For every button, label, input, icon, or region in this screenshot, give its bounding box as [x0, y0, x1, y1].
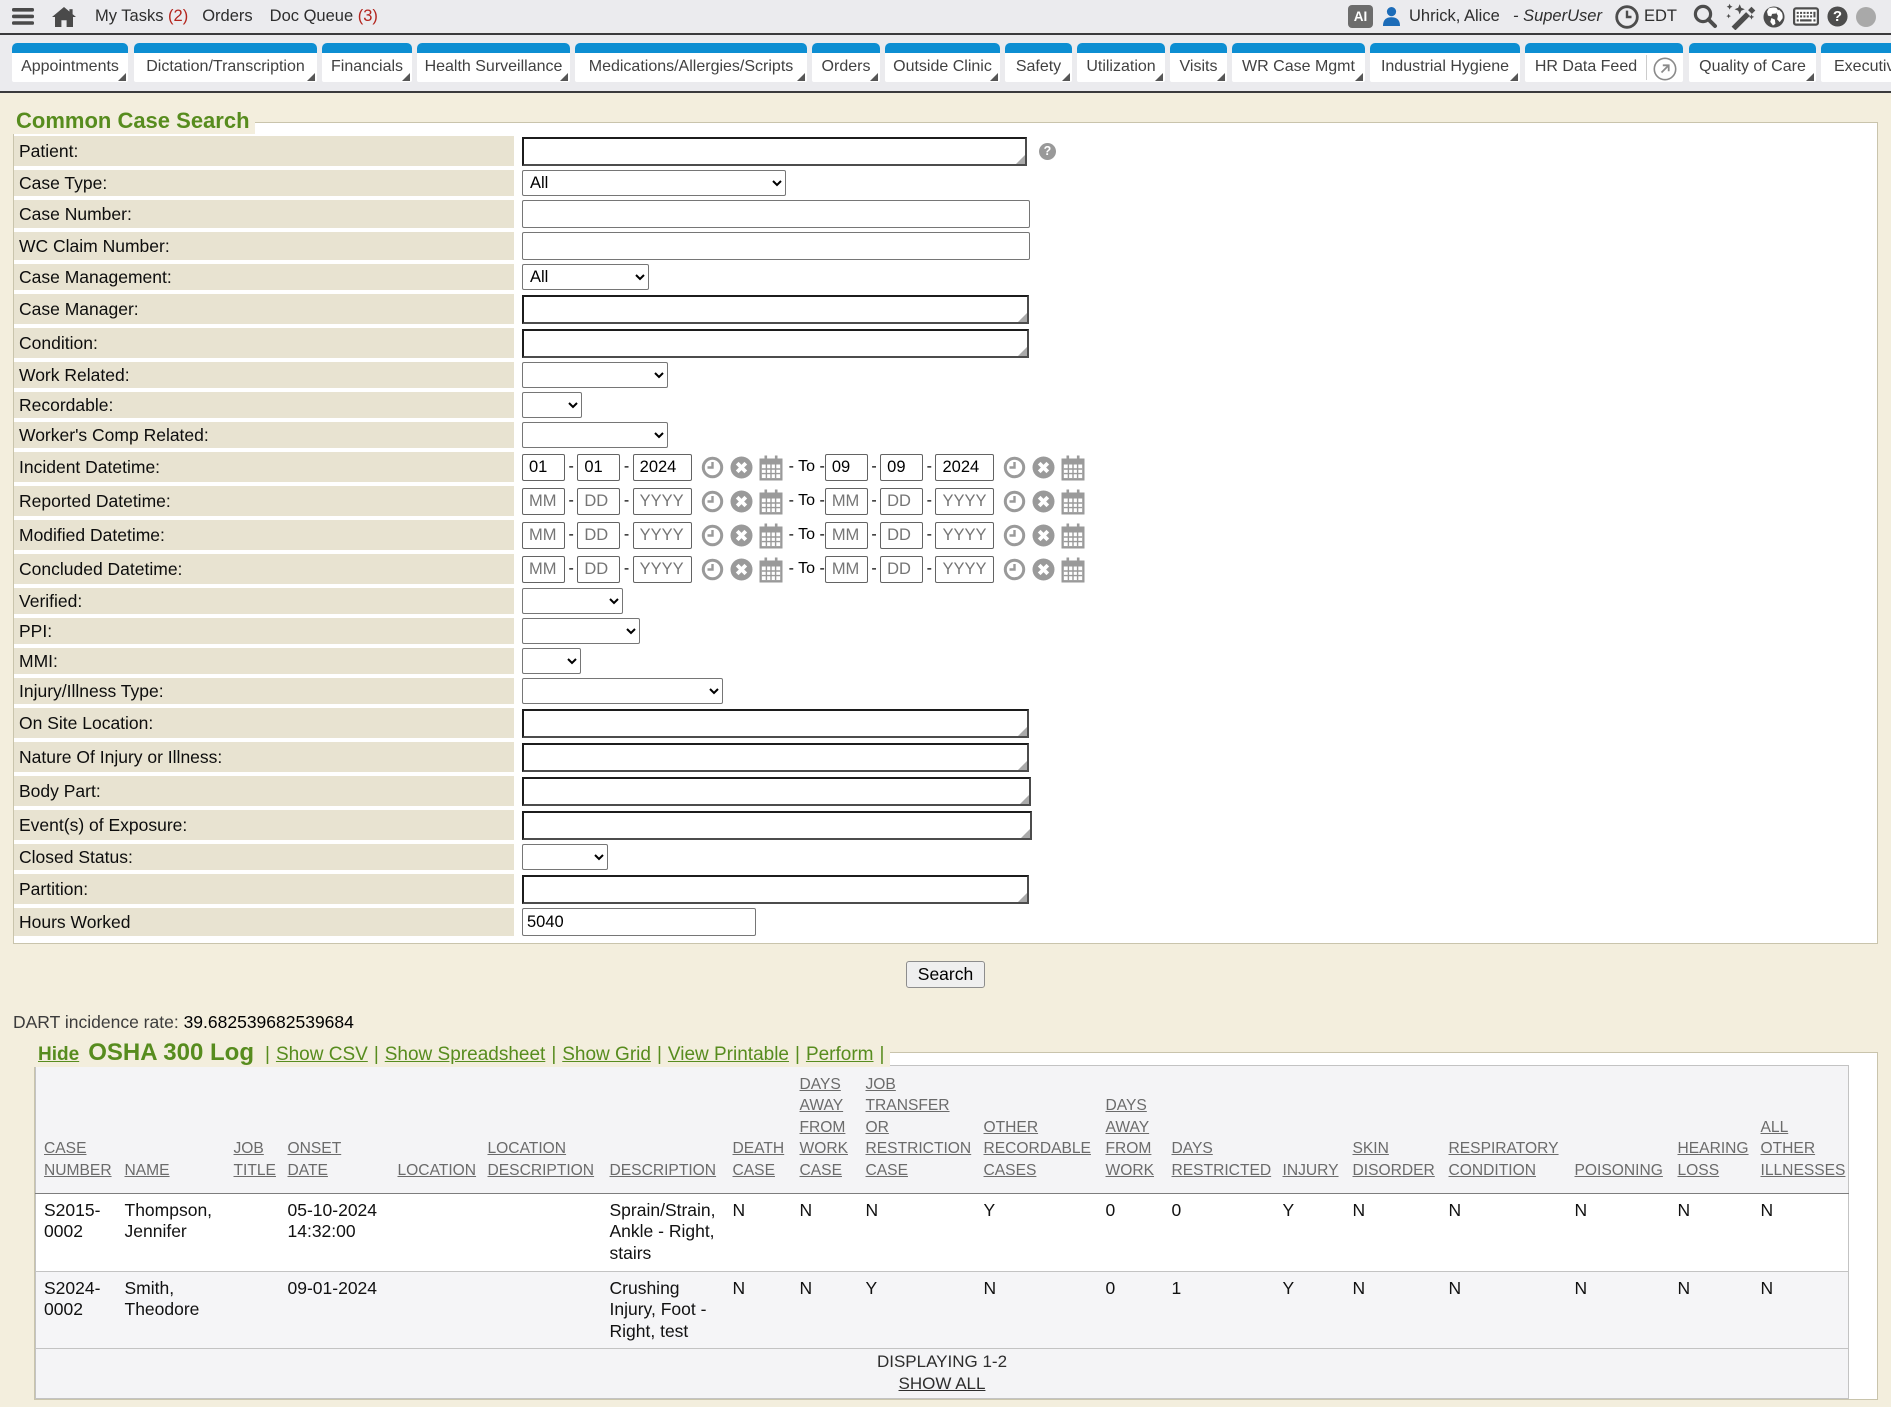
- svg-text:?: ?: [1833, 8, 1842, 25]
